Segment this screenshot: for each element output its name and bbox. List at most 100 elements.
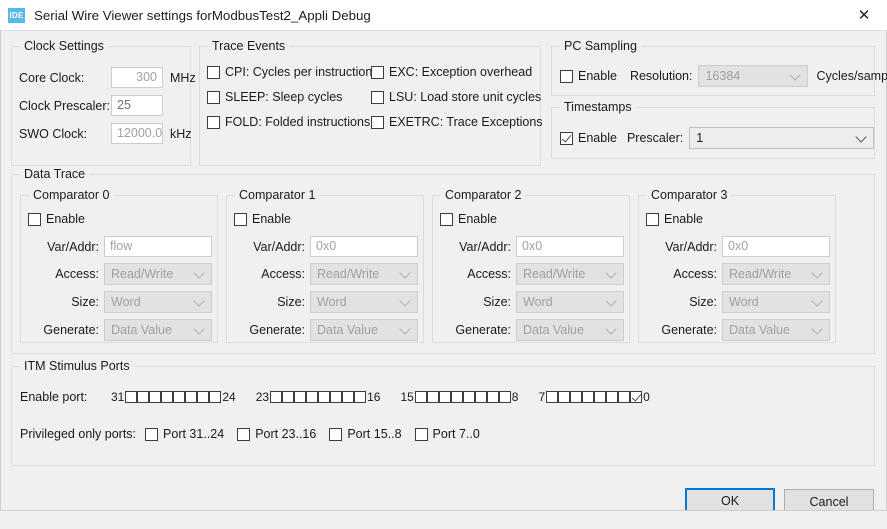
comparator-3-enable-label: Enable [664,212,703,226]
port-7-checkbox[interactable] [546,391,559,403]
port-10-checkbox[interactable] [474,391,487,403]
port-11-checkbox[interactable] [462,391,475,403]
port-0-checkbox[interactable] [630,391,643,403]
port-22-checkbox[interactable] [282,391,295,403]
timestamps-enable[interactable]: Enable [560,131,617,145]
port-group-15-8-high: 15 [400,390,414,404]
port-24-checkbox[interactable] [209,391,222,403]
fold-checkbox[interactable] [207,115,220,129]
comparator-0-enable-checkbox[interactable] [28,212,41,226]
pc-resolution-dropdown[interactable]: 16384 [698,65,809,87]
port-3-checkbox[interactable] [594,391,607,403]
comparator-3-var-row: Var/Addr: 0x0 [643,236,833,257]
sleep-checkbox[interactable] [207,90,220,104]
comparator-2-size-dropdown[interactable]: Word [516,291,624,313]
port-18-checkbox[interactable] [330,391,343,403]
comparator-3-size-dropdown[interactable]: Word [722,291,830,313]
comparator-1-size-dropdown[interactable]: Word [310,291,418,313]
comparator-0-var-input[interactable]: flow [104,236,212,257]
port-16-checkbox[interactable] [354,391,367,403]
comparator-1-generate-dropdown[interactable]: Data Value [310,319,418,341]
trace-event-fold[interactable]: FOLD: Folded instructions [207,115,370,129]
comparator-1-legend: Comparator 1 [235,188,320,202]
port-14-checkbox[interactable] [426,391,439,403]
itm-stimulus-ports-group: ITM Stimulus Ports Enable port: 31 24 23 [11,359,875,466]
pc-sampling-enable[interactable]: Enable [560,69,617,83]
comparator-2-access-label: Access: [467,267,511,281]
comparator-3-var-input[interactable]: 0x0 [722,236,830,257]
clock-prescaler-input[interactable]: 25 [111,95,163,116]
core-clock-input[interactable]: 300 [111,67,163,88]
comparator-1-var-label: Var/Addr: [253,239,305,254]
port-9-checkbox[interactable] [486,391,499,403]
title-bar: IDE Serial Wire Viewer settings forModbu… [0,0,887,31]
trace-event-cpi[interactable]: CPI: Cycles per instruction [207,65,372,79]
privileged-15-8-checkbox[interactable] [329,427,343,441]
privileged-port-15-8[interactable]: Port 15..8 [329,427,402,441]
comparator-2-var-input[interactable]: 0x0 [516,236,624,257]
trace-event-exetrc[interactable]: EXETRC: Trace Exceptions [371,115,543,129]
port-31-checkbox[interactable] [125,391,138,403]
lsu-checkbox[interactable] [371,90,384,104]
comparator-3-generate-dropdown[interactable]: Data Value [722,319,830,341]
comparator-1-generate-value: Data Value [317,323,378,337]
comparator-2-generate-dropdown[interactable]: Data Value [516,319,624,341]
port-2-checkbox[interactable] [606,391,619,403]
comparator-0-enable[interactable]: Enable [28,212,85,226]
port-8-checkbox[interactable] [498,391,511,403]
port-4-checkbox[interactable] [582,391,595,403]
comparator-2-access-dropdown[interactable]: Read/Write [516,263,624,285]
comparator-0-access-dropdown[interactable]: Read/Write [104,263,212,285]
port-28-checkbox[interactable] [161,391,174,403]
comparator-3-enable[interactable]: Enable [646,212,703,226]
swo-clock-input[interactable]: 12000.0 [111,123,163,144]
comparator-1-access-dropdown[interactable]: Read/Write [310,263,418,285]
port-21-checkbox[interactable] [294,391,307,403]
port-12-checkbox[interactable] [450,391,463,403]
port-15-checkbox[interactable] [414,391,427,403]
comparator-2-enable[interactable]: Enable [440,212,497,226]
comparator-1-enable[interactable]: Enable [234,212,291,226]
comparator-0-size-dropdown[interactable]: Word [104,291,212,313]
close-icon[interactable]: ✕ [841,0,887,30]
timestamps-prescaler-dropdown[interactable]: 1 [689,127,875,149]
trace-event-lsu[interactable]: LSU: Load store unit cycles [371,90,541,104]
port-27-checkbox[interactable] [173,391,186,403]
port-26-checkbox[interactable] [185,391,198,403]
privileged-port-23-16[interactable]: Port 23..16 [237,427,316,441]
comparator-3-group: Comparator 3 Enable Var/Addr: 0x0 Access… [638,188,836,343]
comparator-1-var-input[interactable]: 0x0 [310,236,418,257]
privileged-23-16-checkbox[interactable] [237,427,251,441]
cpi-checkbox[interactable] [207,65,220,79]
core-clock-row: Core Clock: 300 MHz [19,67,196,88]
port-19-checkbox[interactable] [318,391,331,403]
privileged-31-24-checkbox[interactable] [145,427,159,441]
exetrc-checkbox[interactable] [371,115,384,129]
comparator-2-enable-checkbox[interactable] [440,212,453,226]
port-6-checkbox[interactable] [558,391,571,403]
exetrc-label: EXETRC: Trace Exceptions [389,115,543,129]
cancel-button-label: Cancel [809,495,849,509]
comparator-0-generate-dropdown[interactable]: Data Value [104,319,212,341]
trace-event-sleep[interactable]: SLEEP: Sleep cycles [207,90,342,104]
port-17-checkbox[interactable] [342,391,355,403]
privileged-port-31-24[interactable]: Port 31..24 [145,427,224,441]
privileged-port-7-0[interactable]: Port 7..0 [414,427,480,441]
comparator-3-access-dropdown[interactable]: Read/Write [722,263,830,285]
exc-checkbox[interactable] [371,65,384,79]
port-29-checkbox[interactable] [149,391,162,403]
port-25-checkbox[interactable] [197,391,210,403]
comparator-1-var-row: Var/Addr: 0x0 [231,236,421,257]
port-23-checkbox[interactable] [270,391,283,403]
trace-event-exc[interactable]: EXC: Exception overhead [371,65,532,79]
comparator-1-enable-checkbox[interactable] [234,212,247,226]
pc-sampling-enable-checkbox[interactable] [560,69,573,83]
port-30-checkbox[interactable] [137,391,150,403]
comparator-3-enable-checkbox[interactable] [646,212,659,226]
port-1-checkbox[interactable] [618,391,631,403]
privileged-7-0-checkbox[interactable] [414,427,428,441]
port-5-checkbox[interactable] [570,391,583,403]
port-20-checkbox[interactable] [306,391,319,403]
port-13-checkbox[interactable] [438,391,451,403]
timestamps-enable-checkbox[interactable] [560,131,573,145]
